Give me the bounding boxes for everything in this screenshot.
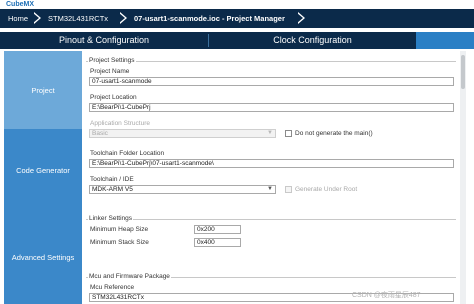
linker-settings-divider xyxy=(86,219,456,220)
application-structure-select[interactable]: Basic ▼ xyxy=(89,129,276,138)
project-settings-divider xyxy=(86,61,456,62)
main-tabs: Pinout & Configuration Clock Configurati… xyxy=(0,32,474,49)
mcu-reference-label: Mcu Reference xyxy=(90,284,135,291)
toolchain-ide-select[interactable]: MDK-ARM V5 ▼ xyxy=(89,185,276,194)
min-stack-label: Minimum Stack Size xyxy=(90,239,149,246)
chevron-down-icon: ▼ xyxy=(267,186,273,192)
toolchain-folder-label: Toolchain Folder Location xyxy=(90,150,165,157)
breadcrumb-separator-icon xyxy=(33,12,41,25)
breadcrumb: Home STM32L431RCTx 07-usart1-scanmode.io… xyxy=(0,9,474,28)
sidebar-item-label: Code Generator xyxy=(16,165,70,175)
no-main-label: Do not generate the main() xyxy=(295,130,373,137)
tab-pinout-configuration[interactable]: Pinout & Configuration xyxy=(0,32,208,49)
title-strip: CubeMX xyxy=(0,0,474,9)
project-name-input[interactable]: 07-usart1-scanmode xyxy=(89,77,454,86)
tab-project-manager[interactable] xyxy=(416,32,474,49)
toolchain-ide-label: Toolchain / IDE xyxy=(90,176,134,183)
no-main-checkbox[interactable] xyxy=(285,130,292,137)
sidebar-item-advanced-settings[interactable]: Advanced Settings xyxy=(4,211,82,304)
vertical-scrollbar[interactable] xyxy=(460,51,466,304)
tab-clock-configuration[interactable]: Clock Configuration xyxy=(209,32,416,49)
min-stack-input[interactable]: 0x400 xyxy=(194,238,241,247)
generate-under-root-checkbox[interactable] xyxy=(285,186,292,193)
breadcrumb-home[interactable]: Home xyxy=(8,9,28,28)
sidebar-item-project[interactable]: Project xyxy=(4,51,82,129)
toolchain-folder-input[interactable]: E:\BearPi\1-CubePrj\07-usart1-scanmode\ xyxy=(89,159,454,168)
scrollbar-thumb[interactable] xyxy=(461,55,465,89)
sidebar-item-label: Project xyxy=(31,85,55,95)
toolchain-ide-value: MDK-ARM V5 xyxy=(92,186,133,193)
application-structure-label: Application Structure xyxy=(90,120,150,127)
cubemx-logo: CubeMX xyxy=(6,1,34,8)
watermark: CSDN @夜雨星辰487 xyxy=(352,292,421,299)
sidebar-item-code-generator[interactable]: Code Generator xyxy=(4,129,82,211)
project-location-input[interactable]: E:\BearPi\1-CubePrj xyxy=(89,103,454,112)
project-name-label: Project Name xyxy=(90,68,130,75)
project-manager-sidebar: Project Code Generator Advanced Settings xyxy=(4,51,82,304)
breadcrumb-mcu[interactable]: STM32L431RCTx xyxy=(48,9,108,28)
chevron-down-icon: ▼ xyxy=(267,130,273,136)
min-heap-input[interactable]: 0x200 xyxy=(194,225,241,234)
project-settings-title: Project Settings xyxy=(88,57,136,64)
mcu-package-title: Mcu and Firmware Package xyxy=(88,273,171,280)
min-heap-label: Minimum Heap Size xyxy=(90,226,149,233)
breadcrumb-project-manager[interactable]: 07-usart1-scanmode.ioc - Project Manager xyxy=(134,9,285,28)
breadcrumb-separator-icon xyxy=(119,12,127,25)
linker-settings-title: Linker Settings xyxy=(88,215,133,222)
generate-under-root-label: Generate Under Root xyxy=(295,186,358,193)
project-location-label: Project Location xyxy=(90,94,137,101)
breadcrumb-separator-icon xyxy=(297,12,305,25)
application-structure-value: Basic xyxy=(92,130,108,137)
sidebar-item-label: Advanced Settings xyxy=(11,253,75,262)
